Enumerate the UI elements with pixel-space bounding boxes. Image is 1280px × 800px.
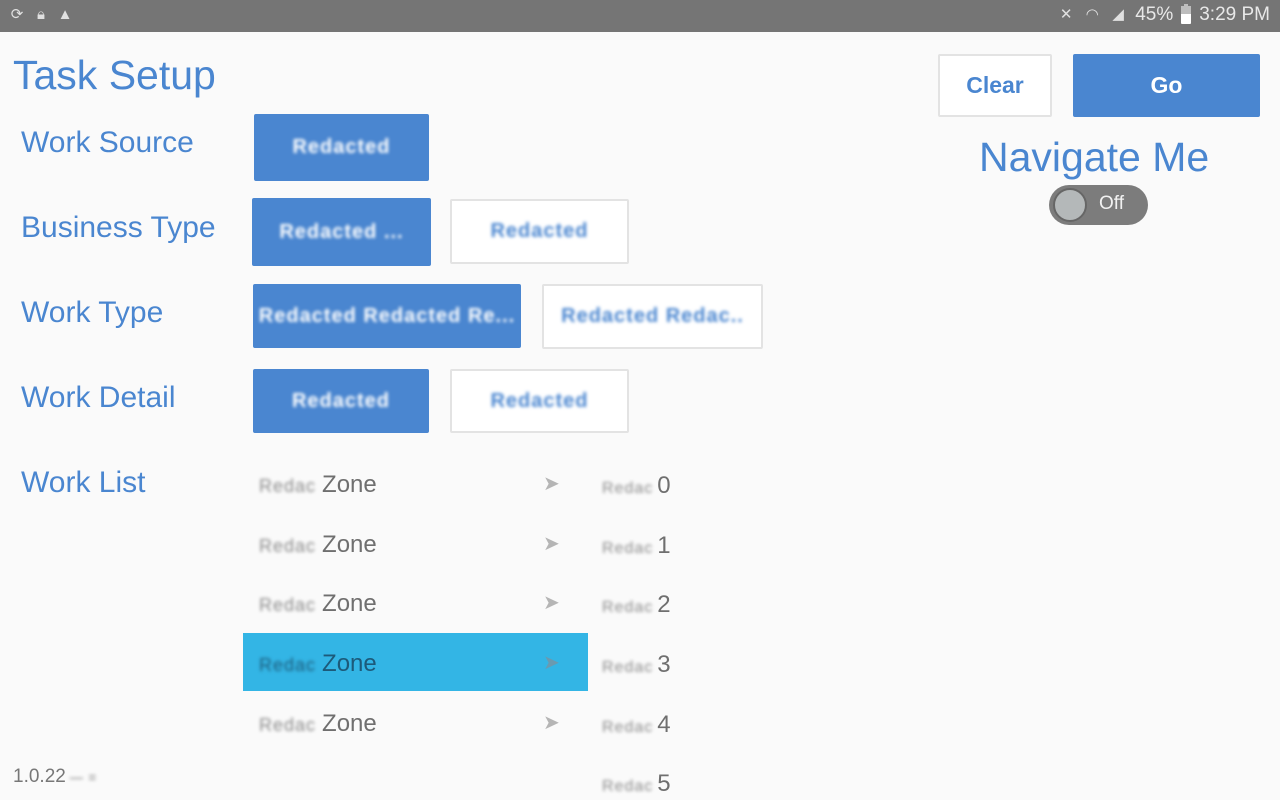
version-number: 1.0.22 [13,766,66,787]
toggle-state: Off [1099,193,1124,214]
work-list-number[interactable]: Redac 1 [602,532,671,560]
number-value: 0 [657,472,671,499]
work-source-label: Work Source [21,126,194,159]
zone-label: Zone [322,650,377,677]
work-type-label: Work Type [21,296,164,329]
go-button[interactable]: Go [1073,54,1260,117]
work-list-item-selected[interactable]: Redac Zone ➤ [243,633,588,691]
number-prefix: Redac [602,778,654,795]
work-detail-label: Work Detail [21,381,176,414]
work-list-item[interactable]: Redac Zone ➤ [243,696,588,754]
business-type-option[interactable]: Redacted [450,199,629,264]
option-label: Redacted [490,220,589,242]
option-label: Redacted ... [279,220,404,243]
zone-label: Zone [322,710,377,737]
navigate-me-label: Navigate Me [979,134,1210,180]
number-prefix: Redac [602,480,654,497]
option-label: Redacted [292,136,391,158]
option-label: Redacted [291,389,391,412]
work-list-number[interactable]: Redac 2 [602,591,671,619]
number-prefix: Redac [602,719,654,736]
zone-name: Redac Zone [259,710,377,738]
work-detail-option[interactable]: Redacted [253,369,429,433]
option-label: Redacted Redacted Re... [258,304,516,327]
number-value: 5 [657,770,671,797]
work-list-number[interactable]: Redac 5 [602,770,671,798]
work-type-option[interactable]: Redacted Redac.. [542,284,763,349]
arrow-right-icon: ➤ [543,533,560,555]
zone-name: Redac Zone [259,531,377,559]
sync-icon: ⟳ [10,6,24,23]
warning-icon: ▲ [57,6,73,23]
zone-prefix: Redac [259,655,317,675]
business-type-option[interactable]: Redacted ... [252,198,431,266]
number-prefix: Redac [602,659,654,676]
signal-icon: ◢ [1112,6,1124,23]
battery-percent: 45% [1135,4,1174,25]
zone-label: Zone [322,590,377,617]
lock-icon: 🔒︎ [37,6,45,23]
work-list-number[interactable]: Redac 3 [602,651,671,679]
version-text: 1.0.22— = [13,766,97,788]
zone-name: Redac Zone [259,650,377,678]
work-list-item[interactable]: Redac Zone ➤ [243,576,588,634]
number-prefix: Redac [602,599,654,616]
battery-icon [1181,4,1192,24]
toggle-knob [1053,188,1087,222]
zone-prefix: Redac [259,595,317,615]
version-suffix: — = [69,770,98,785]
zone-label: Zone [322,531,377,558]
number-value: 3 [657,651,671,678]
clear-button[interactable]: Clear [938,54,1052,117]
status-bar-right: ✕ ◠ ◢ 45% 3:29 PM [1057,4,1270,26]
arrow-right-icon: ➤ [543,473,560,495]
arrow-right-icon: ➤ [543,712,560,734]
status-bar: ⟳ 🔒︎ ▲ ✕ ◠ ◢ 45% 3:29 PM [0,0,1280,32]
zone-label: Zone [322,471,377,498]
number-value: 2 [657,591,671,618]
number-value: 1 [657,532,671,559]
work-list-item[interactable]: Redac Zone ➤ [243,457,588,515]
work-list-number[interactable]: Redac 0 [602,472,671,500]
vibrate-mute-icon: ✕ [1059,6,1073,23]
arrow-right-icon: ➤ [543,592,560,614]
zone-prefix: Redac [259,715,317,735]
option-label: Redacted Redac.. [561,305,744,327]
work-list-number[interactable]: Redac 4 [602,711,671,739]
option-label: Redacted [490,389,589,412]
zone-prefix: Redac [259,536,317,556]
number-prefix: Redac [602,540,654,557]
clock: 3:29 PM [1199,4,1270,25]
zone-prefix: Redac [259,476,317,496]
status-bar-left: ⟳ 🔒︎ ▲ [8,6,74,24]
business-type-label: Business Type [21,211,216,244]
work-detail-option[interactable]: Redacted [450,369,629,433]
work-list-item[interactable]: Redac Zone ➤ [243,517,588,575]
arrow-right-icon: ➤ [543,652,560,674]
navigate-toggle[interactable]: Off [1049,185,1148,225]
page-title: Task Setup [13,52,216,98]
work-list-label: Work List [21,466,146,499]
zone-name: Redac Zone [259,471,377,499]
work-type-option[interactable]: Redacted Redacted Re... [253,284,521,348]
work-source-option[interactable]: Redacted [254,114,429,181]
zone-name: Redac Zone [259,590,377,618]
number-value: 4 [657,711,671,738]
wifi-icon: ◠ [1085,6,1099,23]
